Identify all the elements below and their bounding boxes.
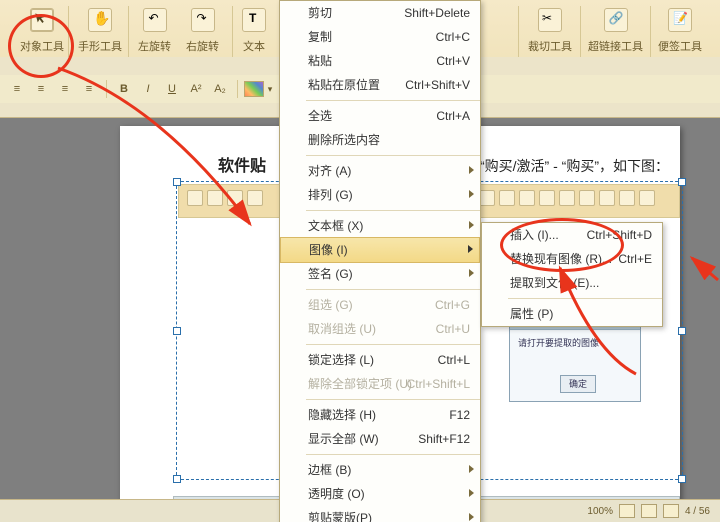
submenu-item[interactable]: 替换现有图像 (R)...Ctrl+E: [482, 247, 662, 271]
tool-object[interactable]: 对象工具: [20, 8, 64, 54]
italic-button[interactable]: I: [137, 79, 159, 99]
submenu-item[interactable]: 提取到文件 (E)...: [482, 271, 662, 295]
tool-hand[interactable]: ✋ 手形工具: [78, 8, 122, 54]
hand-icon: ✋: [88, 8, 112, 32]
doc-body-text: “购买/激活” - “购买”，如下图：: [480, 156, 669, 176]
bold-button[interactable]: B: [113, 79, 135, 99]
doc-heading: 软件贴: [218, 152, 266, 176]
menu-item[interactable]: 签名 (G): [280, 262, 480, 286]
align-right-button[interactable]: ≡: [54, 79, 76, 99]
menu-item[interactable]: 全选Ctrl+A: [280, 104, 480, 128]
color-dropdown[interactable]: ▾: [266, 80, 274, 98]
tool-label: 超链接工具: [588, 38, 643, 54]
menu-item[interactable]: 图像 (I): [280, 237, 480, 263]
tool-rotate-right[interactable]: ↷ 右旋转: [186, 8, 219, 54]
menu-item[interactable]: 剪切Shift+Delete: [280, 1, 480, 25]
rotate-right-icon: ↷: [191, 8, 215, 32]
tool-label: 便签工具: [658, 38, 702, 54]
menu-item[interactable]: 文本框 (X): [280, 214, 480, 238]
tool-label: 对象工具: [20, 38, 64, 54]
status-icon[interactable]: [619, 504, 635, 518]
tool-label: 手形工具: [78, 38, 122, 54]
align-left-button[interactable]: ≡: [6, 79, 28, 99]
menu-item[interactable]: 锁定选择 (L)Ctrl+L: [280, 348, 480, 372]
dialog-ok-button: 确定: [560, 375, 596, 393]
menu-item[interactable]: 剪贴蒙版(P): [280, 506, 480, 522]
tool-rotate-left[interactable]: ↶ 左旋转: [138, 8, 171, 54]
menu-item: 解除全部锁定项 (U)Ctrl+Shift+L: [280, 372, 480, 396]
tool-text[interactable]: T 文本: [242, 8, 266, 54]
subscript-button[interactable]: A₂: [209, 79, 231, 99]
cursor-icon: [30, 8, 54, 32]
menu-item[interactable]: 隐藏选择 (H)F12: [280, 403, 480, 427]
dialog-text: 请打开要提取的图像: [510, 330, 640, 355]
menu-item[interactable]: 粘贴Ctrl+V: [280, 49, 480, 73]
tool-hyperlink[interactable]: 🔗 超链接工具: [588, 8, 643, 54]
menu-item[interactable]: 复制Ctrl+C: [280, 25, 480, 49]
rotate-left-icon: ↶: [143, 8, 167, 32]
context-menu[interactable]: 剪切Shift+Delete复制Ctrl+C粘贴Ctrl+V粘贴在原位置Ctrl…: [279, 0, 481, 522]
menu-item[interactable]: 透明度 (O): [280, 482, 480, 506]
tool-note[interactable]: 📝 便签工具: [658, 8, 702, 54]
link-icon: 🔗: [604, 8, 628, 32]
text-icon: T: [242, 8, 266, 32]
menu-item[interactable]: 删除所选内容: [280, 128, 480, 152]
zoom-value: 100%: [587, 506, 613, 517]
tool-label: 左旋转: [138, 38, 171, 54]
status-icon[interactable]: [641, 504, 657, 518]
menu-item: 组选 (G)Ctrl+G: [280, 293, 480, 317]
menu-item[interactable]: 显示全部 (W)Shift+F12: [280, 427, 480, 451]
submenu-item[interactable]: 属性 (P): [482, 302, 662, 326]
superscript-button[interactable]: A²: [185, 79, 207, 99]
image-submenu[interactable]: 插入 (I)...Ctrl+Shift+D替换现有图像 (R)...Ctrl+E…: [481, 222, 663, 327]
tool-label: 裁切工具: [528, 38, 572, 54]
menu-item[interactable]: 排列 (G): [280, 183, 480, 207]
menu-item: 取消组选 (U)Ctrl+U: [280, 317, 480, 341]
tool-label: 右旋转: [186, 38, 219, 54]
note-icon: 📝: [668, 8, 692, 32]
submenu-item[interactable]: 插入 (I)...Ctrl+Shift+D: [482, 223, 662, 247]
color-picker[interactable]: [244, 81, 264, 97]
align-center-button[interactable]: ≡: [30, 79, 52, 99]
page-indicator: 4 / 56: [685, 506, 710, 517]
tool-crop[interactable]: ✂ 裁切工具: [528, 8, 572, 54]
align-justify-button[interactable]: ≡: [78, 79, 100, 99]
underline-button[interactable]: U: [161, 79, 183, 99]
status-icon[interactable]: [663, 504, 679, 518]
crop-icon: ✂: [538, 8, 562, 32]
menu-item[interactable]: 边框 (B): [280, 458, 480, 482]
tool-label: 文本: [242, 38, 266, 54]
menu-item[interactable]: 粘贴在原位置Ctrl+Shift+V: [280, 73, 480, 97]
menu-item[interactable]: 对齐 (A): [280, 159, 480, 183]
